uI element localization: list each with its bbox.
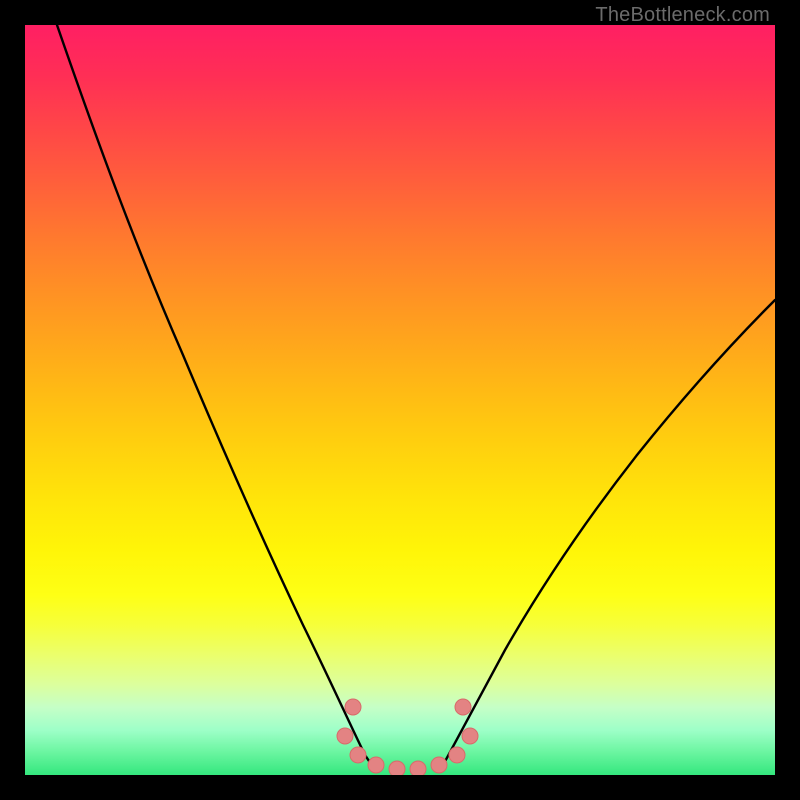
watermark-text: TheBottleneck.com [595,4,770,27]
left-branch [57,25,373,767]
right-branch [442,300,775,767]
curve-overlay [25,25,775,775]
plot-area [25,25,775,775]
chart-frame: TheBottleneck.com [0,0,800,800]
